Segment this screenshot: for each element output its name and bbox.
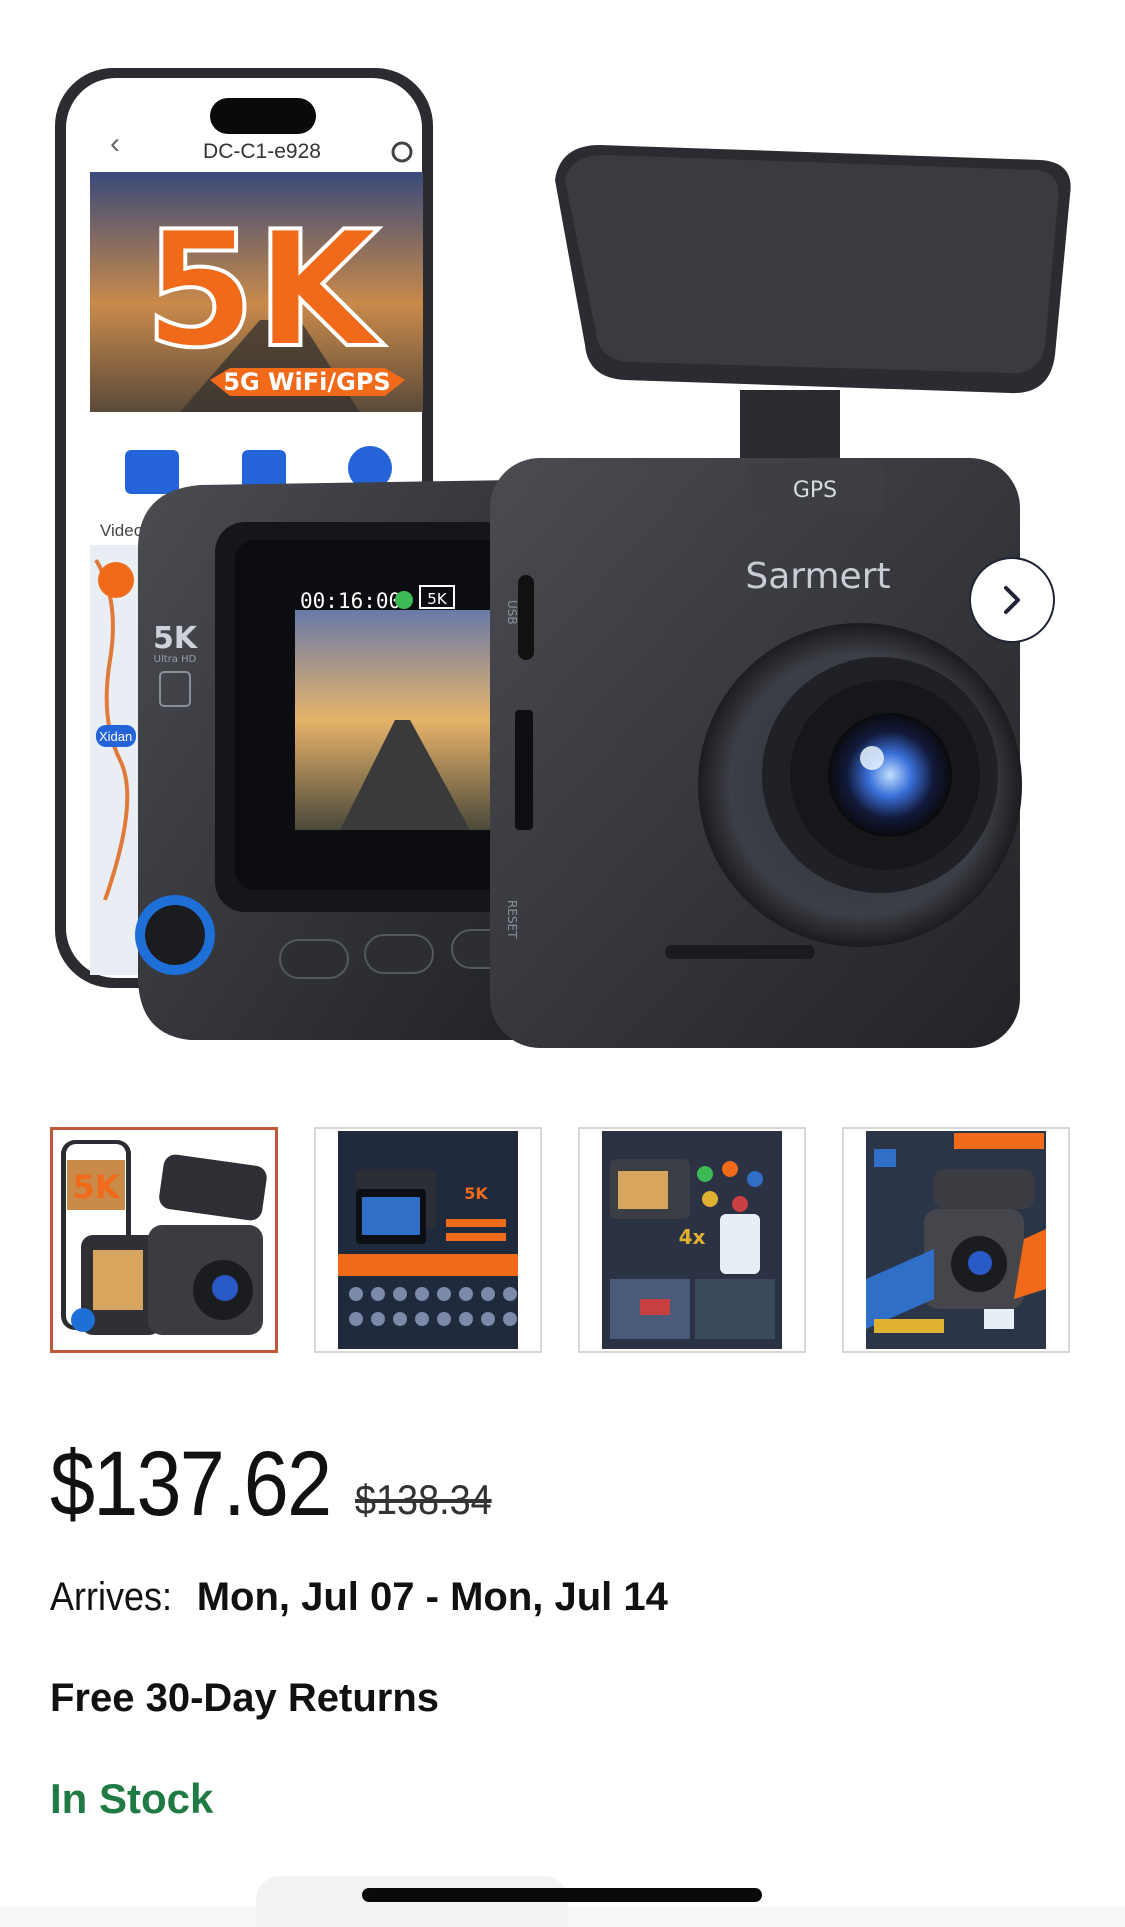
product-main-image[interactable]: ‹ DC-C1-e928 5K 5G WiFi/GPS Video Xidan xyxy=(0,0,1125,1090)
arrives-label: Arrives: xyxy=(50,1575,173,1619)
thumbnail-1[interactable]: 5K xyxy=(50,1127,278,1353)
svg-text:RESET: RESET xyxy=(505,900,519,939)
returns-policy: Free 30-Day Returns xyxy=(50,1676,440,1720)
bottom-panel-right xyxy=(568,1906,1125,1927)
svg-text:DC-C1-e928: DC-C1-e928 xyxy=(203,140,321,163)
svg-text:Sarmert: Sarmert xyxy=(745,556,890,597)
original-price: $138.34 xyxy=(354,1476,492,1523)
svg-text:4x: 4x xyxy=(679,1225,706,1249)
svg-text:00:16:00: 00:16:00 xyxy=(300,589,401,613)
current-price: $137.62 xyxy=(50,1433,332,1535)
home-indicator[interactable] xyxy=(362,1888,762,1902)
svg-text:Ultra HD: Ultra HD xyxy=(154,654,197,665)
svg-text:5G WiFi/GPS: 5G WiFi/GPS xyxy=(223,368,390,396)
stock-status: In Stock xyxy=(50,1775,214,1822)
thumbnail-3[interactable]: 4x xyxy=(578,1127,806,1353)
svg-text:5K: 5K xyxy=(72,1168,120,1206)
thumbnail-4[interactable] xyxy=(842,1127,1070,1353)
svg-text:5K: 5K xyxy=(427,590,448,608)
bottom-panel-left xyxy=(0,1906,256,1927)
dashcam-screen-side: 00:16:00 5K 5K Ultra HD xyxy=(135,480,521,1040)
svg-text:5K: 5K xyxy=(464,1184,488,1203)
arrives-dates: Mon, Jul 07 - Mon, Jul 14 xyxy=(196,1575,668,1619)
price-row: $137.62 $138.34 xyxy=(50,1420,506,1530)
svg-text:Video: Video xyxy=(100,521,143,540)
svg-text:5K: 5K xyxy=(153,621,199,656)
svg-text:5K: 5K xyxy=(144,196,384,383)
carousel-next-button[interactable] xyxy=(969,557,1055,643)
thumbnail-2[interactable]: 5K xyxy=(314,1127,542,1353)
svg-text:Xidan: Xidan xyxy=(99,729,132,744)
svg-text:‹: ‹ xyxy=(110,127,120,160)
chevron-right-icon xyxy=(1004,586,1020,614)
delivery-estimate: Arrives: Mon, Jul 07 - Mon, Jul 14 xyxy=(50,1575,668,1620)
svg-text:GPS: GPS xyxy=(793,478,837,503)
thumbnail-strip: 5K 5K 4x xyxy=(50,1127,1075,1353)
svg-text:USB: USB xyxy=(505,600,519,625)
